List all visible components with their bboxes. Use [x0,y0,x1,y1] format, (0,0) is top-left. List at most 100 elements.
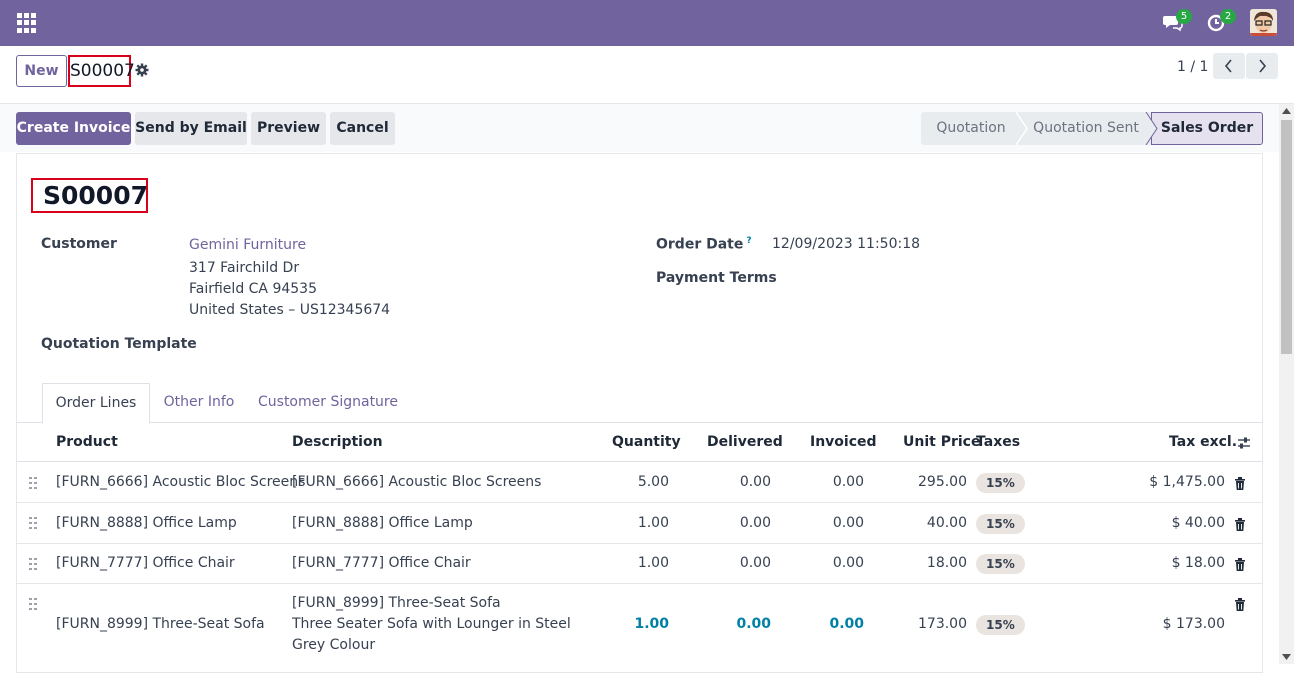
scroll-up-icon[interactable] [1282,108,1291,114]
cell-invoiced: 0.00 [832,474,864,490]
pager-previous-button[interactable] [1213,53,1245,79]
cell-unit-price[interactable]: 40.00 [927,515,967,531]
tax-badge[interactable]: 15% [976,514,1025,534]
control-panel: New S00007 1 / 1 [0,46,1294,104]
order-date-value[interactable]: 12/09/2023 11:50:18 [772,236,920,252]
trash-icon[interactable] [1234,518,1246,531]
stage-quotation[interactable]: Quotation [921,112,1021,145]
cell-description-line-2[interactable]: Three Seater Sofa with Lounger in Steel [292,616,571,632]
notebook-tabs: Order Lines Other Info Customer Signatur… [17,383,1262,424]
create-invoice-button[interactable]: Create Invoice [16,112,131,145]
optional-columns-icon[interactable] [1237,436,1251,450]
cell-description-line-3[interactable]: Grey Colour [292,637,375,653]
order-date-label: Order Date? [656,236,752,253]
tab-customer-signature[interactable]: Customer Signature [248,383,408,423]
cell-quantity[interactable]: 1.00 [638,555,669,571]
cell-quantity[interactable]: 1.00 [634,616,669,632]
gear-icon[interactable] [135,63,149,77]
scrollbar-thumb[interactable] [1281,120,1292,354]
address-line-2: Fairfield CA 94535 [189,281,317,297]
cell-description[interactable]: [FURN_7777] Office Chair [292,555,471,571]
cell-invoiced: 0.00 [832,515,864,531]
cell-quantity[interactable]: 5.00 [638,474,669,490]
table-row[interactable]: [FURN_7777] Office Chair [FURN_7777] Off… [17,544,1262,584]
cell-delivered[interactable]: 0.00 [740,515,771,531]
stage-quotation-sent[interactable]: Quotation Sent [1021,112,1151,145]
stage-separator-icon [1145,112,1158,145]
messaging-button[interactable]: 5 [1163,9,1192,34]
pager-value[interactable]: 1 / 1 [1177,59,1208,75]
cell-invoiced: 0.00 [832,555,864,571]
chevron-left-icon [1224,59,1232,73]
table-row[interactable]: [FURN_8888] Office Lamp [FURN_8888] Offi… [17,503,1262,544]
column-taxes[interactable]: Taxes [976,434,1020,450]
column-description[interactable]: Description [292,434,383,450]
activity-count-badge: 2 [1220,9,1236,24]
customer-link[interactable]: Gemini Furniture [189,237,306,253]
cell-description-line-1[interactable]: [FURN_8999] Three-Seat Sofa [292,595,501,611]
form-sheet: S00007 Customer Gemini Furniture 317 Fai… [16,153,1263,673]
top-navbar: 5 2 [0,0,1294,46]
column-unit-price[interactable]: Unit Price [903,434,980,450]
cell-unit-price[interactable]: 18.00 [927,555,967,571]
tab-order-lines[interactable]: Order Lines [42,383,150,424]
user-avatar[interactable] [1250,9,1277,36]
drag-handle-icon[interactable] [29,558,37,570]
cell-description[interactable]: [FURN_6666] Acoustic Bloc Screens [292,474,541,490]
scroll-down-icon[interactable] [1282,654,1291,660]
record-title: S00007 [43,181,148,210]
preview-button[interactable]: Preview [251,112,326,145]
tax-badge[interactable]: 15% [976,554,1025,574]
column-invoiced[interactable]: Invoiced [810,434,877,450]
address-line-1: 317 Fairchild Dr [189,260,300,276]
table-row[interactable]: [FURN_8999] Three-Seat Sofa [FURN_8999] … [17,584,1262,664]
apps-menu-icon[interactable] [17,13,37,33]
quotation-template-label: Quotation Template [41,336,197,352]
trash-icon[interactable] [1234,558,1246,571]
column-tax-excl[interactable]: Tax excl. [1169,434,1237,450]
payment-terms-label: Payment Terms [656,270,777,286]
cell-delivered[interactable]: 0.00 [740,474,771,490]
tax-badge[interactable]: 15% [976,473,1025,493]
stage-separator-icon [1015,112,1028,145]
avatar-face-icon [1250,9,1277,36]
activity-button[interactable]: 2 [1207,9,1236,34]
cell-unit-price[interactable]: 173.00 [918,616,967,632]
drag-handle-icon[interactable] [29,517,37,529]
column-product[interactable]: Product [56,434,118,450]
cell-product[interactable]: [FURN_8999] Three-Seat Sofa [56,616,265,632]
new-button[interactable]: New [16,55,67,87]
stage-sales-order[interactable]: Sales Order [1151,112,1263,145]
tab-other-info[interactable]: Other Info [150,383,248,423]
tax-badge[interactable]: 15% [976,615,1025,635]
trash-icon[interactable] [1234,598,1246,611]
cell-product[interactable]: [FURN_8888] Office Lamp [56,515,237,531]
cell-subtotal: $ 40.00 [1171,515,1225,531]
send-by-email-button[interactable]: Send by Email [135,112,247,145]
drag-handle-icon[interactable] [29,477,37,489]
cell-unit-price[interactable]: 295.00 [918,474,967,490]
help-tooltip-icon[interactable]: ? [746,236,751,246]
cancel-button[interactable]: Cancel [330,112,395,145]
trash-icon[interactable] [1234,477,1246,490]
cell-description[interactable]: [FURN_8888] Office Lamp [292,515,473,531]
cell-subtotal: $ 18.00 [1171,555,1225,571]
cell-subtotal: $ 173.00 [1162,616,1225,632]
drag-handle-icon[interactable] [29,598,37,610]
cell-product[interactable]: [FURN_6666] Acoustic Bloc Screens [56,474,305,490]
chevron-right-icon [1259,59,1267,73]
cell-product[interactable]: [FURN_7777] Office Chair [56,555,235,571]
cell-delivered[interactable]: 0.00 [736,616,771,632]
breadcrumb-record: S00007 [68,55,135,87]
order-lines-header: Product Description Quantity Delivered I… [17,423,1262,462]
cell-delivered[interactable]: 0.00 [740,555,771,571]
cell-invoiced: 0.00 [829,616,864,632]
column-delivered[interactable]: Delivered [707,434,783,450]
pager-next-button[interactable] [1246,53,1278,79]
column-quantity[interactable]: Quantity [612,434,681,450]
record-title-highlight: S00007 [31,178,148,213]
cell-quantity[interactable]: 1.00 [638,515,669,531]
table-row[interactable]: [FURN_6666] Acoustic Bloc Screens [FURN_… [17,463,1262,503]
customer-label: Customer [41,236,117,252]
address-line-3: United States – US12345674 [189,302,391,318]
